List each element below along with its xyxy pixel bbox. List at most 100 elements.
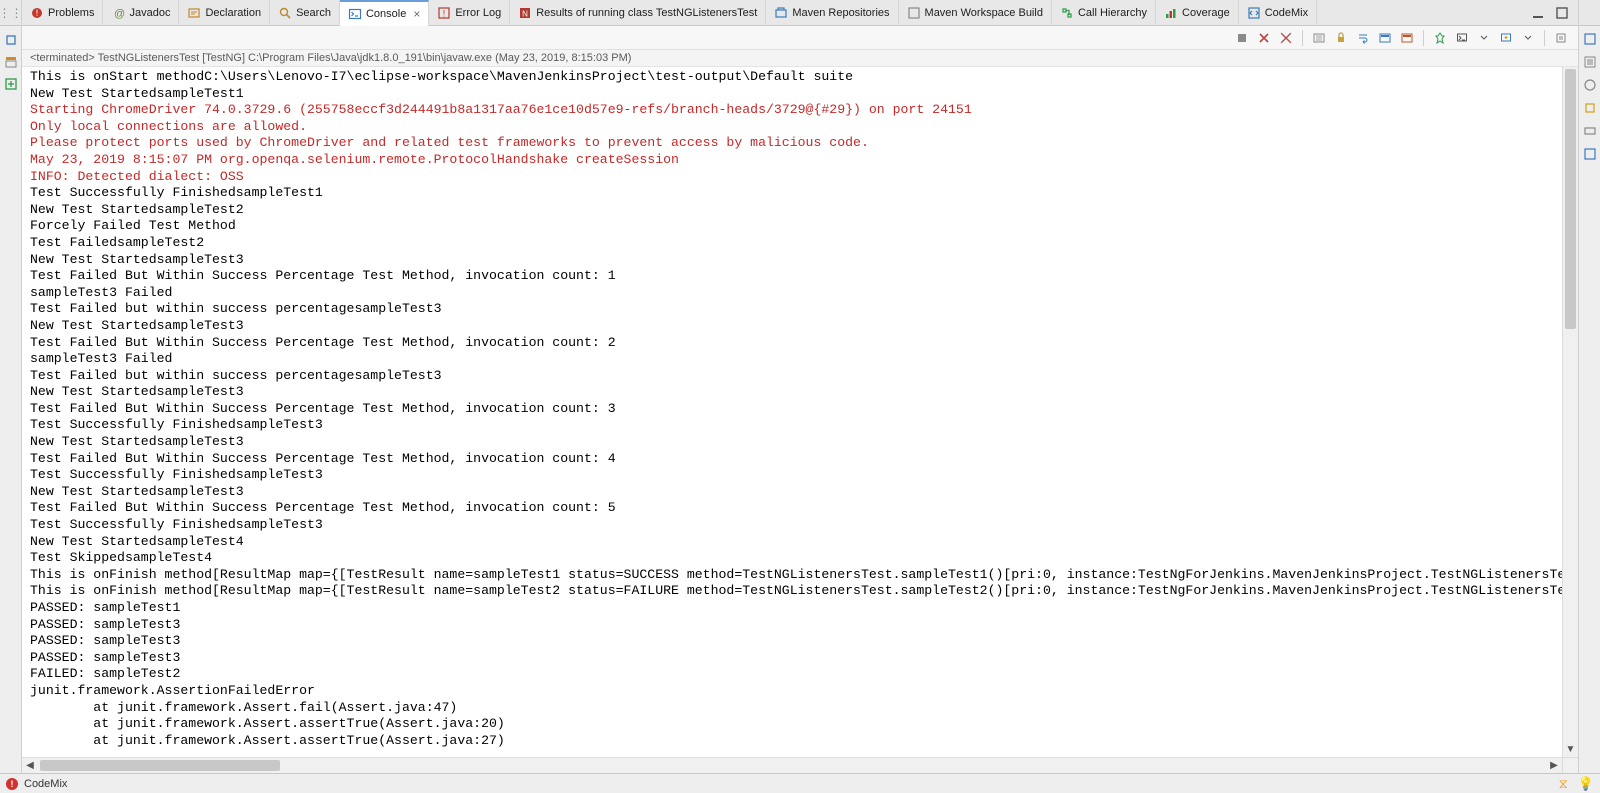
tab-label: Coverage	[1182, 7, 1230, 19]
console-terminated-line: <terminated> TestNGListenersTest [TestNG…	[22, 50, 1578, 67]
tab-label: Maven Repositories	[792, 7, 889, 19]
close-tab-icon[interactable]: ×	[413, 7, 420, 21]
console-line: PASSED: sampleTest1	[30, 600, 1562, 617]
toolbar-btn-3[interactable]	[3, 76, 19, 92]
tab-javadoc[interactable]: @ Javadoc	[103, 0, 179, 26]
tab-label: Results of running class TestNGListeners…	[536, 7, 757, 19]
horizontal-scrollbar[interactable]: ◀ ▶	[22, 757, 1562, 773]
tab-label: Javadoc	[129, 7, 170, 19]
console-line: Test Successfully FinishedsampleTest3	[30, 517, 1562, 534]
console-scroll-area: This is onStart methodC:\Users\Lenovo-I7…	[22, 67, 1578, 773]
svg-text:N: N	[522, 9, 528, 18]
right-btn-6[interactable]	[1583, 147, 1597, 164]
right-btn-3[interactable]	[1583, 78, 1597, 95]
clear-console-button[interactable]	[1310, 29, 1328, 47]
view-tabrow-wrap: ⋮⋮ ! Problems @ Javadoc Declaration Search Con…	[0, 0, 1600, 26]
display-selected-console-button[interactable]	[1453, 29, 1471, 47]
minimize-view-button[interactable]	[1530, 5, 1546, 21]
tab-build[interactable]: Maven Workspace Build	[899, 0, 1052, 26]
maximize-view-button[interactable]	[1554, 5, 1570, 21]
rss-icon[interactable]: ⧖	[1559, 776, 1568, 792]
console-line: Starting ChromeDriver 74.0.3729.6 (25575…	[30, 102, 1562, 119]
tab-callh[interactable]: Call Hierarchy	[1052, 0, 1156, 26]
status-right-group: ⧖ 💡	[1559, 776, 1594, 792]
console-line: Only local connections are allowed.	[30, 119, 1562, 136]
middle-area: <terminated> TestNGListenersTest [TestNG…	[0, 26, 1600, 773]
tab-testng[interactable]: N Results of running class TestNGListener…	[510, 0, 766, 26]
workbench: ⋮⋮ ! Problems @ Javadoc Declaration Search Con…	[0, 0, 1600, 793]
svg-text:!: !	[443, 8, 446, 18]
console-line: This is onFinish method[ResultMap map={[…	[30, 583, 1562, 600]
tab-console[interactable]: Console ×	[340, 0, 429, 26]
tab-maven[interactable]: Maven Repositories	[766, 0, 898, 26]
drag-handle-icon[interactable]: ⋮⋮	[0, 6, 23, 20]
console-line: junit.framework.AssertionFailedError	[30, 683, 1562, 700]
tab-label: Console	[366, 8, 406, 20]
open-console-button[interactable]	[1497, 29, 1515, 47]
console-line: PASSED: sampleTest3	[30, 633, 1562, 650]
console-line: Forcely Failed Test Method	[30, 218, 1562, 235]
toolbar-separator	[1302, 30, 1303, 46]
status-codemix-label[interactable]: CodeMix	[24, 778, 67, 790]
vertical-scrollbar[interactable]: ▲ ▼	[1562, 67, 1578, 757]
error-indicator-icon[interactable]: !	[6, 778, 18, 790]
console-line: Test Failed but within success percentag…	[30, 368, 1562, 385]
vertical-scroll-thumb[interactable]	[1565, 69, 1576, 329]
console-icon	[348, 7, 362, 21]
scroll-right-arrow[interactable]: ▶	[1546, 758, 1562, 773]
view-menu-button[interactable]	[1552, 29, 1570, 47]
console-line: May 23, 2019 8:15:07 PM org.openqa.selen…	[30, 152, 1562, 169]
scroll-down-arrow[interactable]: ▼	[1563, 741, 1578, 757]
word-wrap-button[interactable]	[1354, 29, 1372, 47]
task-list-icon[interactable]	[1583, 55, 1597, 72]
console-line: at junit.framework.Assert.assertTrue(Ass…	[30, 733, 1562, 750]
right-btn-5[interactable]	[1583, 124, 1597, 141]
callh-icon	[1060, 6, 1074, 20]
right-trim-toolbar	[1578, 26, 1600, 773]
tab-label: Search	[296, 7, 331, 19]
tab-coverage[interactable]: Coverage	[1156, 0, 1239, 26]
console-line: Test Failed But Within Success Percentag…	[30, 335, 1562, 352]
pin-console-button[interactable]	[1431, 29, 1449, 47]
tab-declaration[interactable]: Declaration	[179, 0, 270, 26]
outline-icon[interactable]	[1583, 32, 1597, 49]
tab-search[interactable]: Search	[270, 0, 340, 26]
console-line: This is onStart methodC:\Users\Lenovo-I7…	[30, 69, 1562, 86]
console-line: New Test StartedsampleTest4	[30, 534, 1562, 551]
show-on-stderr-button[interactable]	[1398, 29, 1416, 47]
show-on-stdout-button[interactable]	[1376, 29, 1394, 47]
scroll-lock-button[interactable]	[1332, 29, 1350, 47]
open-console-dropdown[interactable]	[1519, 29, 1537, 47]
display-selected-console-dropdown[interactable]	[1475, 29, 1493, 47]
console-line: at junit.framework.Assert.assertTrue(Ass…	[30, 716, 1562, 733]
right-btn-4[interactable]	[1583, 101, 1597, 118]
svg-text:@: @	[114, 8, 125, 20]
tab-errorlog[interactable]: !Error Log	[429, 0, 510, 26]
tab-problems[interactable]: ! Problems	[22, 0, 103, 26]
tip-icon[interactable]: 💡	[1578, 776, 1594, 792]
console-line: Test Successfully FinishedsampleTest1	[30, 185, 1562, 202]
scroll-left-arrow[interactable]: ◀	[22, 758, 38, 773]
console-line: Test Failed But Within Success Percentag…	[30, 401, 1562, 418]
horizontal-scroll-thumb[interactable]	[40, 760, 280, 771]
problems-icon: !	[30, 6, 44, 20]
console-line: New Test StartedsampleTest3	[30, 384, 1562, 401]
tab-label: CodeMix	[1265, 7, 1308, 19]
restore-icon[interactable]	[3, 32, 19, 48]
console-line: Test Failed But Within Success Percentag…	[30, 500, 1562, 517]
console-line: sampleTest3 Failed	[30, 285, 1562, 302]
console-line: Test Successfully FinishedsampleTest3	[30, 417, 1562, 434]
console-line: New Test StartedsampleTest3	[30, 434, 1562, 451]
terminate-button[interactable]	[1233, 29, 1251, 47]
tabrow-right-gutter	[1578, 0, 1600, 26]
testng-icon: N	[518, 6, 532, 20]
console-output[interactable]: This is onStart methodC:\Users\Lenovo-I7…	[22, 67, 1562, 757]
toolbar-btn-2[interactable]	[3, 54, 19, 70]
tab-label: Problems	[48, 7, 94, 19]
tab-codemix[interactable]: CodeMix	[1239, 0, 1317, 26]
console-line: New Test StartedsampleTest3	[30, 484, 1562, 501]
console-line: at junit.framework.Assert.fail(Assert.ja…	[30, 700, 1562, 717]
console-line: New Test StartedsampleTest3	[30, 318, 1562, 335]
remove-launch-button[interactable]	[1255, 29, 1273, 47]
remove-all-launches-button[interactable]	[1277, 29, 1295, 47]
